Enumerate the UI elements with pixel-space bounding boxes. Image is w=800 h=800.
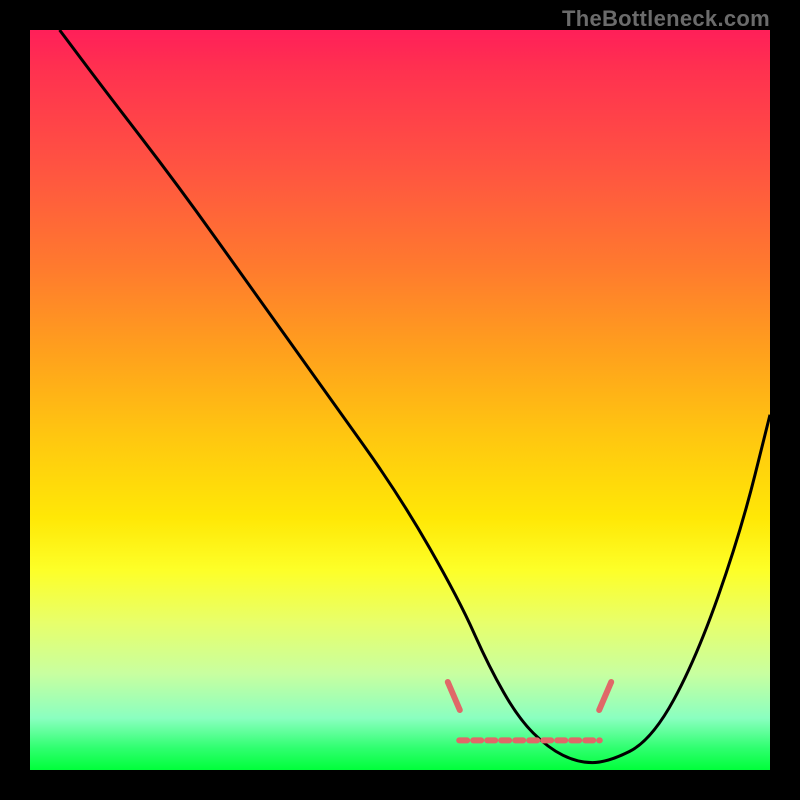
- curve-svg: [30, 30, 770, 770]
- marker-left: [448, 682, 460, 710]
- chart-frame: TheBottleneck.com: [0, 0, 800, 800]
- watermark: TheBottleneck.com: [562, 6, 770, 32]
- bottleneck-curve: [60, 30, 770, 763]
- plot-area: [30, 30, 770, 770]
- marker-right: [599, 682, 611, 710]
